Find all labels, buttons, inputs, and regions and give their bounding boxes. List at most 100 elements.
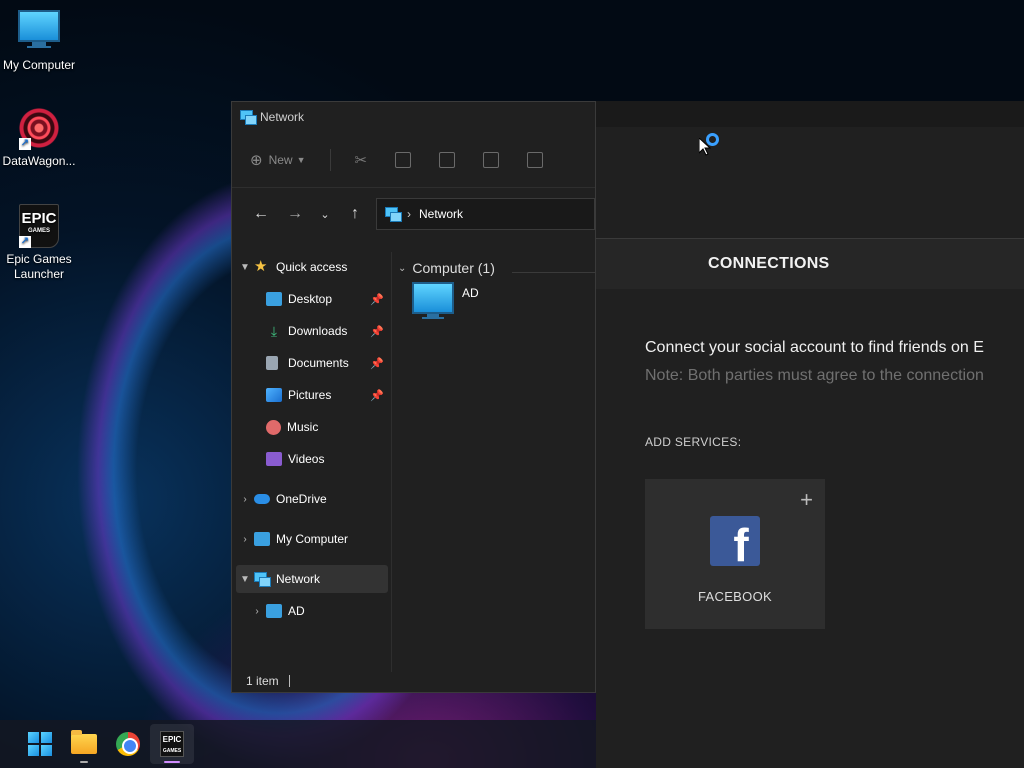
music-icon xyxy=(266,419,281,435)
expand-chevron-icon[interactable]: ▼ xyxy=(236,262,254,273)
recent-chevron-icon[interactable]: ⌄ xyxy=(312,208,338,221)
network-icon xyxy=(254,572,271,587)
item-label: AD xyxy=(462,286,479,300)
breadcrumb-chevron-icon: › xyxy=(407,207,411,221)
taskbar: EPIC GAMES xyxy=(0,720,596,768)
epic-games-window: CONNECTIONS Connect your social account … xyxy=(596,101,1024,768)
document-icon xyxy=(266,356,278,370)
nav-onedrive[interactable]: › OneDrive xyxy=(236,485,388,513)
connect-description: Connect your social account to find frie… xyxy=(645,339,984,356)
desktop-icon-datawagon[interactable]: ↗ DataWagon... xyxy=(0,106,78,169)
command-bar: ⊕ New ▼ ✂ xyxy=(232,132,595,188)
network-icon xyxy=(385,207,402,222)
plus-icon[interactable]: + xyxy=(800,487,813,513)
desktop-icon-label: DataWagon... xyxy=(2,154,76,168)
window-title: Network xyxy=(260,110,305,124)
back-arrow-icon[interactable]: ← xyxy=(244,205,278,223)
monitor-icon xyxy=(17,10,61,54)
facebook-label: FACEBOOK xyxy=(698,589,772,604)
new-button[interactable]: ⊕ New ▼ xyxy=(250,151,306,169)
paste-icon[interactable] xyxy=(439,151,456,168)
chrome-icon xyxy=(116,732,140,756)
epic-tab-bar: CONNECTIONS xyxy=(596,239,1024,289)
navigation-pane: ▼ ★ Quick access Desktop 📌 ⤓ Downloads 📌… xyxy=(232,252,392,672)
nav-downloads[interactable]: ⤓ Downloads 📌 xyxy=(236,317,388,345)
divider xyxy=(288,675,290,687)
connections-body: Connect your social account to find frie… xyxy=(596,289,1024,629)
group-header[interactable]: ⌄ Computer (1) xyxy=(398,260,495,276)
download-icon: ⤓ xyxy=(270,323,278,339)
epic-title-bar[interactable] xyxy=(596,101,1024,127)
item-count: 1 item xyxy=(246,674,279,688)
taskbar-chrome[interactable] xyxy=(106,724,150,764)
pin-icon: 📌 xyxy=(370,357,384,370)
divider xyxy=(329,148,331,171)
desktop-icon-epic-games[interactable]: EPIC GAMES ↗ Epic Games Launcher xyxy=(0,204,78,282)
collapse-chevron-icon: ⌄ xyxy=(398,262,407,274)
file-explorer-window: Network ⊕ New ▼ ✂ ← → ⌄ ↑ › Network ▼ ★ … xyxy=(231,101,596,693)
plus-circle-icon: ⊕ xyxy=(250,151,263,169)
nav-videos[interactable]: Videos xyxy=(236,445,388,473)
chevron-down-icon: ▼ xyxy=(296,154,306,165)
nav-desktop[interactable]: Desktop 📌 xyxy=(236,285,388,313)
desktop-icon-my-computer[interactable]: My Computer xyxy=(0,10,78,73)
address-bar[interactable]: › Network xyxy=(376,198,595,230)
star-icon: ★ xyxy=(254,258,268,275)
forward-arrow-icon[interactable]: → xyxy=(278,205,312,223)
share-icon[interactable] xyxy=(527,151,544,168)
breadcrumb-network[interactable]: Network xyxy=(419,207,463,221)
nav-quick-access[interactable]: ▼ ★ Quick access xyxy=(236,253,388,281)
expand-chevron-icon[interactable]: › xyxy=(236,494,254,505)
pin-icon: 📌 xyxy=(370,325,384,338)
nav-my-computer[interactable]: › My Computer xyxy=(236,525,388,553)
title-bar[interactable]: Network xyxy=(232,102,595,132)
add-services-heading: ADD SERVICES: xyxy=(645,435,742,449)
divider xyxy=(512,272,595,273)
videos-icon xyxy=(266,452,282,466)
epic-header-area xyxy=(596,127,1024,239)
computer-item-ad[interactable]: AD xyxy=(412,282,479,319)
running-indicator xyxy=(164,761,180,763)
nav-network[interactable]: ▼ Network xyxy=(236,565,388,593)
monitor-icon xyxy=(412,282,454,319)
folder-icon xyxy=(71,730,97,754)
running-indicator xyxy=(80,761,88,763)
pin-icon: 📌 xyxy=(370,293,384,306)
start-button[interactable] xyxy=(18,724,62,764)
nav-music[interactable]: Music xyxy=(236,413,388,441)
cloud-icon xyxy=(254,494,270,504)
nav-documents[interactable]: Documents 📌 xyxy=(236,349,388,377)
pin-icon: 📌 xyxy=(370,389,384,402)
pictures-icon xyxy=(266,388,282,402)
network-icon xyxy=(240,110,257,125)
status-bar: 1 item xyxy=(232,670,595,692)
connect-note: Note: Both parties must agree to the con… xyxy=(645,367,984,384)
facebook-service-card[interactable]: + f FACEBOOK xyxy=(645,479,825,629)
taskbar-file-explorer[interactable] xyxy=(62,724,106,764)
tab-connections[interactable]: CONNECTIONS xyxy=(708,255,830,273)
desktop-icon xyxy=(266,292,282,306)
nav-pictures[interactable]: Pictures 📌 xyxy=(236,381,388,409)
desktop-icon-label: My Computer xyxy=(2,58,76,72)
taskbar-epic-games[interactable]: EPIC GAMES xyxy=(150,724,194,764)
desktop-icon-label: Epic Games Launcher xyxy=(6,252,72,281)
content-pane: ⌄ Computer (1) AD xyxy=(392,252,595,672)
expand-chevron-icon[interactable]: › xyxy=(236,534,254,545)
nav-ad[interactable]: › AD xyxy=(236,597,388,625)
expand-chevron-icon[interactable]: ▼ xyxy=(236,574,254,585)
rename-icon[interactable] xyxy=(483,151,500,168)
epic-games-icon: EPIC GAMES ↗ xyxy=(17,204,61,248)
monitor-icon xyxy=(266,604,282,618)
epic-games-icon: EPIC GAMES xyxy=(160,731,184,757)
facebook-icon: f xyxy=(710,516,760,566)
cut-icon[interactable]: ✂ xyxy=(355,151,368,169)
shortcut-arrow-icon: ↗ xyxy=(19,138,31,150)
shortcut-arrow-icon: ↗ xyxy=(19,236,31,248)
address-row: ← → ⌄ ↑ › Network xyxy=(232,188,595,240)
up-arrow-icon[interactable]: ↑ xyxy=(338,205,372,223)
datawagon-icon: ↗ xyxy=(17,106,61,150)
monitor-icon xyxy=(254,532,270,546)
copy-icon[interactable] xyxy=(395,151,412,168)
expand-chevron-icon[interactable]: › xyxy=(248,606,266,617)
windows-logo-icon xyxy=(28,732,52,756)
